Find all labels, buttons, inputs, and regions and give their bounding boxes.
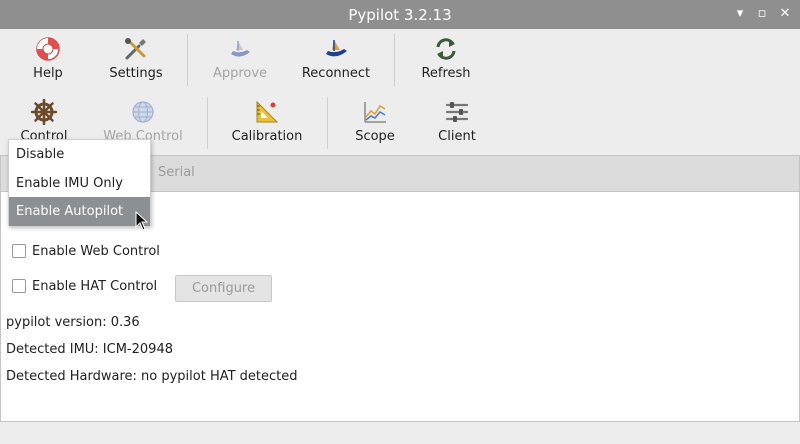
tab-serial[interactable]: Serial — [158, 165, 195, 180]
settings-label: Settings — [109, 66, 163, 81]
client-label: Client — [438, 129, 476, 144]
refresh-icon — [436, 38, 456, 60]
window-titlebar[interactable]: Pypilot 3.2.13 ▾ ▫ ✕ — [0, 0, 800, 29]
window-title: Pypilot 3.2.13 — [348, 6, 452, 24]
globe-icon — [132, 101, 154, 123]
chart-icon — [364, 102, 386, 123]
maximize-icon[interactable]: ▫ — [753, 5, 771, 23]
status-bar — [0, 422, 800, 444]
help-button[interactable]: Help — [8, 30, 88, 92]
menu-item-enable-imu-only[interactable]: Enable IMU Only — [9, 169, 150, 198]
tools-icon — [125, 38, 146, 60]
reconnect-button[interactable]: Reconnect — [296, 30, 376, 92]
web-control-checkbox-box[interactable] — [12, 244, 26, 258]
toolbar-separator — [187, 34, 188, 86]
main-toolbar: Help Settings Approve Reconnect Refresh — [0, 30, 800, 92]
calibration-label: Calibration — [231, 129, 303, 144]
boat-icon — [326, 40, 347, 57]
hat-control-checkbox[interactable]: Enable HAT Control — [12, 276, 157, 296]
reconnect-label: Reconnect — [301, 66, 371, 81]
control-dropdown-menu: Disable Enable IMU Only Enable Autopilot — [8, 139, 151, 226]
client-button[interactable]: Client — [422, 93, 492, 155]
refresh-button[interactable]: Refresh — [406, 30, 486, 92]
menu-item-enable-autopilot[interactable]: Enable Autopilot — [9, 197, 150, 226]
sliders-icon — [445, 102, 469, 122]
web-control-checkbox[interactable]: Enable Web Control — [12, 241, 160, 261]
toolbar-separator — [394, 34, 395, 86]
menu-item-disable[interactable]: Disable — [9, 140, 150, 169]
detected-hardware-text: Detected Hardware: no pypilot HAT detect… — [6, 369, 298, 384]
scope-button[interactable]: Scope — [340, 93, 410, 155]
help-label: Help — [33, 66, 63, 81]
hat-control-checkbox-label: Enable HAT Control — [32, 278, 158, 294]
refresh-label: Refresh — [421, 66, 471, 81]
approve-button[interactable]: Approve — [200, 30, 280, 92]
helm-icon — [31, 99, 57, 125]
lifebuoy-icon — [36, 37, 60, 61]
settings-button[interactable]: Settings — [96, 30, 176, 92]
minimize-icon[interactable]: ▾ — [731, 5, 749, 23]
close-icon[interactable]: ✕ — [776, 5, 794, 23]
calibration-button[interactable]: Calibration — [224, 93, 310, 155]
pypilot-version-text: pypilot version: 0.36 — [6, 315, 140, 330]
boat-icon — [231, 41, 250, 57]
configure-button[interactable]: Configure — [175, 275, 272, 302]
web-control-checkbox-label: Enable Web Control — [32, 243, 160, 259]
ruler-triangle-icon — [256, 100, 279, 123]
mouse-cursor-icon — [135, 211, 149, 231]
toolbar-separator — [327, 97, 328, 149]
detected-imu-text: Detected IMU: ICM-20948 — [6, 342, 173, 357]
scope-label: Scope — [355, 129, 395, 144]
hat-control-checkbox-box[interactable] — [12, 279, 26, 293]
toolbar-separator — [207, 97, 208, 149]
approve-label: Approve — [212, 66, 268, 81]
